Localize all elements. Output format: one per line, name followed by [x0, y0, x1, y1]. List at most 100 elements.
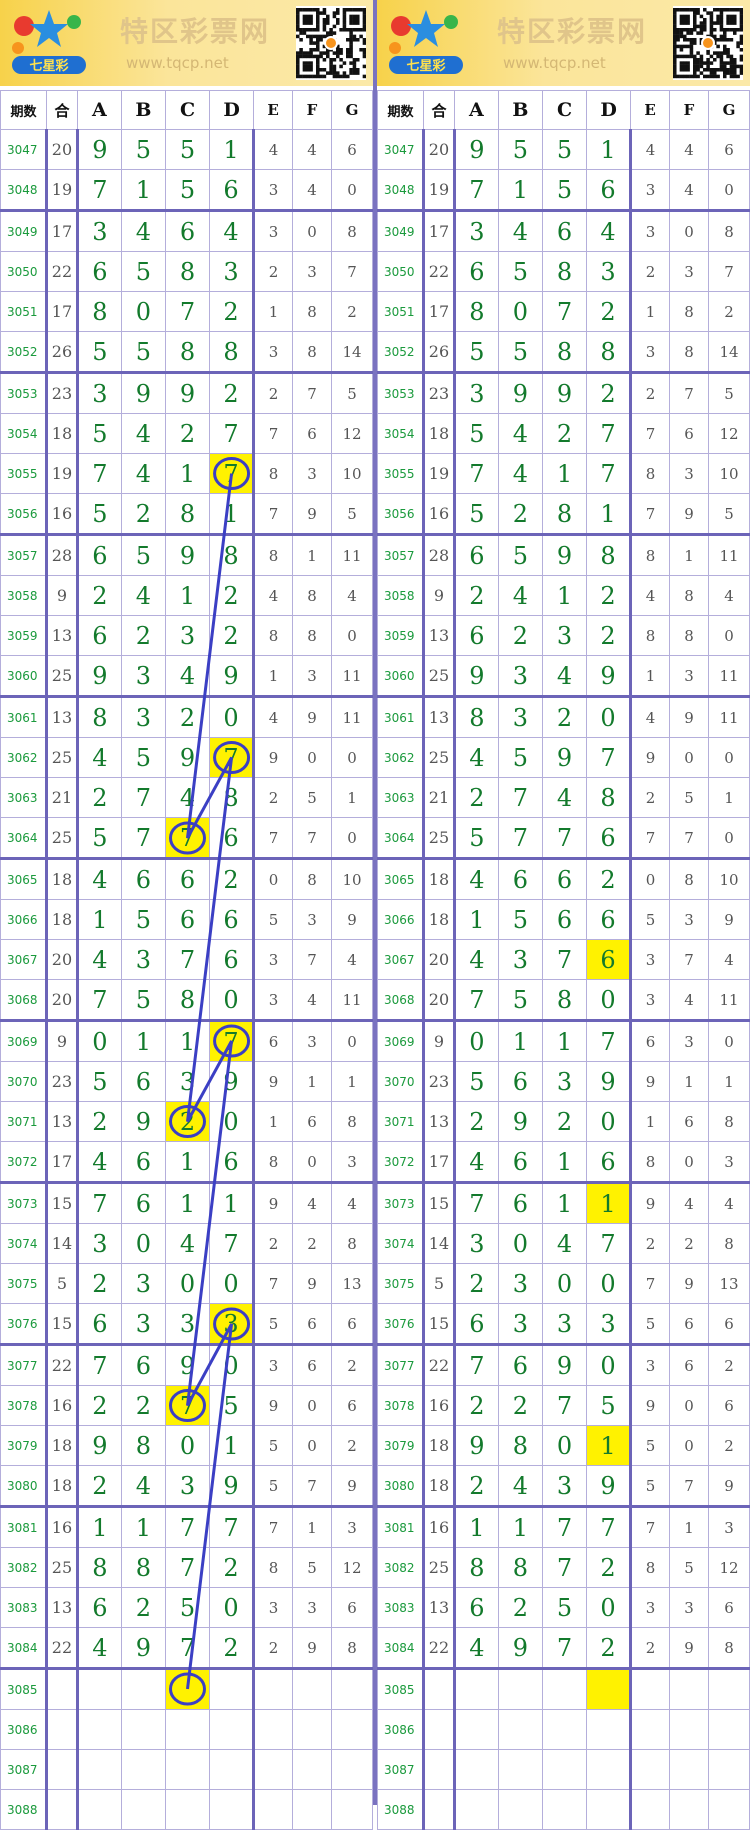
- table-row: 3086: [376, 1709, 751, 1750]
- table-row: 3073 15 7 6 1 1 9 4 4: [376, 1181, 751, 1224]
- digit-cell-g: 12: [707, 413, 751, 454]
- digit-cell-e: 5: [629, 1465, 671, 1507]
- digit-cell-c: 7: [541, 817, 588, 859]
- digit-cell-a: 6: [452, 615, 499, 656]
- digit-cell-e: 7: [629, 1505, 671, 1548]
- sum-cell: 9: [422, 575, 455, 616]
- digit-cell-g: 8: [707, 209, 751, 252]
- digit-cell-c: 6: [541, 857, 588, 900]
- digit-cell-f: 8: [669, 857, 709, 900]
- digit-cell-a: 7: [452, 979, 499, 1021]
- digit-cell-a: 2: [452, 1101, 499, 1142]
- trend-line: [186, 473, 234, 1690]
- digit-cell-e: 9: [629, 1385, 671, 1426]
- table-row: 3048 19 7 1 5 6 3 4 0: [376, 169, 751, 211]
- table-row: 3067 20 4 3 7 6 3 7 4: [376, 939, 751, 980]
- digit-cell-g: 0: [707, 737, 751, 778]
- digit-cell-e: 3: [629, 939, 671, 980]
- digit-cell-g: 6: [707, 1385, 751, 1426]
- digit-cell-a: 7: [452, 1343, 499, 1386]
- digit-cell-f: 3: [669, 1019, 709, 1062]
- digit-cell-d: 7: [586, 453, 632, 494]
- period-cell: 3067: [376, 939, 425, 980]
- digit-cell-c: 1: [541, 575, 588, 616]
- digit-cell-f: [669, 1709, 709, 1750]
- digit-cell-c: 5: [541, 129, 588, 170]
- digit-cell-a: 9: [452, 655, 499, 697]
- digit-cell-c: 9: [541, 533, 588, 576]
- period-cell: 3070: [376, 1061, 425, 1102]
- period-cell: 3056: [376, 493, 425, 535]
- digit-cell-d: 1: [586, 493, 632, 535]
- digit-cell-a: [452, 1789, 499, 1830]
- digit-cell-d: 1: [586, 129, 632, 170]
- digit-cell-g: 10: [707, 453, 751, 494]
- digit-cell-b: 3: [497, 695, 543, 738]
- sum-cell: [422, 1749, 455, 1790]
- column-header: A: [453, 90, 499, 130]
- table-row: 3049 17 3 4 6 4 3 0 8: [376, 209, 751, 252]
- digit-cell-g: 14: [707, 331, 751, 373]
- period-cell: 3054: [376, 413, 425, 454]
- digit-cell-c: 9: [541, 737, 588, 778]
- table-row: 3083 13 6 2 5 0 3 3 6: [376, 1587, 751, 1628]
- digit-cell-f: 7: [669, 371, 709, 414]
- period-cell: 3053: [376, 371, 425, 414]
- digit-cell-d: 7: [586, 1505, 632, 1548]
- period-cell: 3080: [376, 1465, 425, 1507]
- digit-cell-c: 8: [541, 979, 588, 1021]
- period-cell: 3058: [376, 575, 425, 616]
- sum-cell: 13: [422, 695, 455, 738]
- digit-cell-d: 7: [586, 1019, 632, 1062]
- period-cell: 3079: [376, 1425, 425, 1466]
- digit-cell-b: [497, 1789, 543, 1830]
- table-row: 3057 28 6 5 9 8 8 1 11: [376, 533, 751, 576]
- sum-cell: 20: [422, 939, 455, 980]
- column-header: 期数: [376, 90, 425, 130]
- digit-cell-e: 3: [629, 331, 671, 373]
- digit-cell-g: 3: [707, 1505, 751, 1548]
- digit-cell-g: 10: [707, 857, 751, 900]
- table-row: 3087: [376, 1749, 751, 1790]
- digit-cell-b: [497, 1749, 543, 1790]
- digit-cell-e: 1: [629, 655, 671, 697]
- period-cell: 3077: [376, 1343, 425, 1386]
- digit-cell-b: 8: [497, 1547, 543, 1588]
- digit-cell-g: 0: [707, 817, 751, 859]
- period-cell: 3050: [376, 251, 425, 292]
- digit-cell-a: 5: [452, 331, 499, 373]
- sum-cell: 18: [422, 1425, 455, 1466]
- table-row: 3072 17 4 6 1 6 8 0 3: [376, 1141, 751, 1183]
- digit-cell-d: 7: [586, 1223, 632, 1264]
- period-cell: 3088: [376, 1789, 425, 1830]
- digit-cell-b: 6: [497, 1181, 543, 1224]
- digit-cell-f: 4: [669, 1181, 709, 1224]
- sum-cell: 22: [422, 1627, 455, 1669]
- digit-cell-g: 12: [707, 1547, 751, 1588]
- table-row: 3065 18 4 6 6 2 0 8 10: [376, 857, 751, 900]
- digit-cell-e: 4: [629, 695, 671, 738]
- table-row: 3058 9 2 4 1 2 4 8 4: [376, 575, 751, 616]
- digit-cell-d: 9: [586, 1465, 632, 1507]
- digit-cell-a: 3: [452, 209, 499, 252]
- digit-cell-g: [707, 1709, 751, 1750]
- digit-cell-e: 6: [629, 1019, 671, 1062]
- table-row: 3074 14 3 0 4 7 2 2 8: [376, 1223, 751, 1264]
- table-row: 3060 25 9 3 4 9 1 3 11: [376, 655, 751, 697]
- digit-cell-c: [541, 1709, 588, 1750]
- digit-cell-g: 8: [707, 1627, 751, 1669]
- digit-cell-d: 6: [586, 899, 632, 940]
- digit-cell-a: 4: [452, 1141, 499, 1183]
- digit-cell-d: [586, 1789, 632, 1830]
- sum-cell: [422, 1667, 455, 1710]
- digit-cell-g: [707, 1789, 751, 1830]
- period-cell: 3065: [376, 857, 425, 900]
- digit-cell-f: 1: [669, 533, 709, 576]
- period-cell: 3084: [376, 1627, 425, 1669]
- digit-cell-g: 2: [707, 1425, 751, 1466]
- period-cell: 3048: [376, 169, 425, 211]
- digit-cell-c: 7: [541, 1547, 588, 1588]
- period-cell: 3062: [376, 737, 425, 778]
- digit-cell-c: 6: [541, 899, 588, 940]
- digit-cell-b: 0: [497, 1223, 543, 1264]
